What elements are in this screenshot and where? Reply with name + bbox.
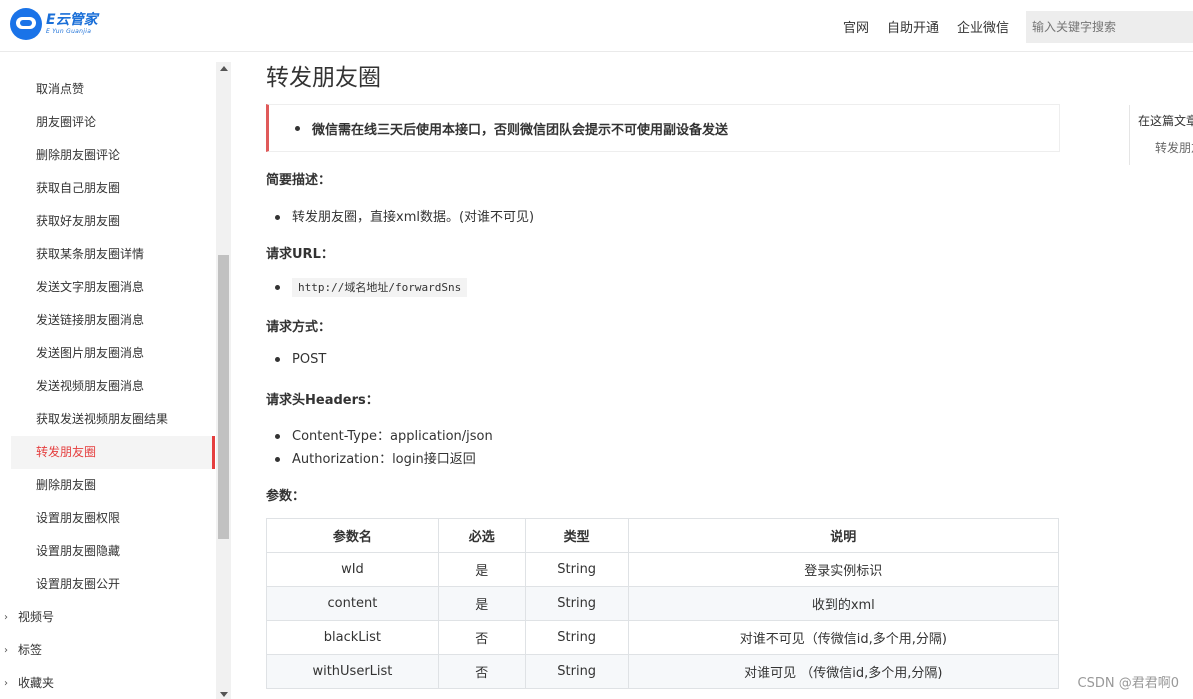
sidebar-item[interactable]: 发送视频朋友圈消息 (0, 370, 215, 403)
sidebar-item[interactable]: 取消点赞 (0, 73, 215, 106)
column-header: 类型 (524, 518, 629, 553)
bullet-icon (275, 457, 280, 462)
top-nav: 官网 自助开通 企业微信 (843, 17, 1027, 36)
sidebar-item[interactable]: 设置朋友圈隐藏 (0, 535, 215, 568)
sidebar-item[interactable]: 删除朋友圈 (0, 469, 215, 502)
scroll-thumb[interactable] (218, 255, 229, 539)
table-cell: 否 (437, 620, 526, 655)
table-cell: 收到的xml (627, 586, 1060, 621)
logo-subtitle: E Yun Guanjia (46, 28, 92, 35)
logo[interactable]: E云管家 E Yun Guanjia (10, 8, 98, 40)
toc-item[interactable]: 转发朋友圈 (1155, 139, 1193, 156)
table-cell: String (524, 620, 629, 655)
url-item: http://域名地址/forwardSns (275, 278, 468, 297)
sidebar-item[interactable]: 获取发送视频朋友圈结果 (0, 403, 215, 436)
table-cell: 对谁不可见（传微信id,多个用,分隔) (627, 620, 1060, 655)
headers-item: Content-Type：application/json (275, 425, 493, 444)
chevron-right-icon: › (4, 612, 8, 623)
nav-self-service[interactable]: 自助开通 (887, 17, 939, 36)
table-cell: 是 (437, 552, 526, 587)
sidebar-item[interactable]: 获取好友朋友圈 (0, 205, 215, 238)
chevron-right-icon: › (4, 678, 8, 689)
table-of-contents: 在这篇文章中 转发朋友圈 (1129, 105, 1193, 165)
table-cell: String (524, 586, 629, 621)
sidebar-group-label: 收藏夹 (18, 676, 55, 690)
sidebar-item[interactable]: 删除朋友圈评论 (0, 139, 215, 172)
table-cell: 对谁可见 （传微信id,多个用,分隔) (627, 654, 1060, 689)
sidebar-group-favorites[interactable]: › 收藏夹 (0, 667, 215, 699)
sidebar-group-tags[interactable]: › 标签 (0, 634, 215, 667)
logo-name: E云管家 (46, 12, 98, 28)
table-row: content 是 String 收到的xml (266, 586, 1060, 621)
table-cell: 是 (437, 586, 526, 621)
sidebar: 取消点赞 朋友圈评论 删除朋友圈评论 获取自己朋友圈 获取好友朋友圈 获取某条朋… (0, 62, 232, 699)
table-header-row: 参数名 必选 类型 说明 (266, 518, 1060, 553)
search-input[interactable] (1026, 11, 1193, 43)
sidebar-item[interactable]: 设置朋友圈公开 (0, 568, 215, 601)
url-code: http://域名地址/forwardSns (292, 278, 468, 297)
headers-item: Authorization：login接口返回 (275, 448, 476, 467)
url-heading: 请求URL： (266, 247, 334, 262)
bullet-icon (295, 125, 300, 131)
table-cell: 否 (437, 654, 526, 689)
sidebar-item[interactable]: 朋友圈评论 (0, 106, 215, 139)
sidebar-scrollbar[interactable] (216, 62, 231, 699)
notice-box: 微信需在线三天后使用本接口，否则微信团队会提示不可使用副设备发送 (266, 104, 1060, 152)
bullet-icon (275, 285, 280, 290)
table-cell: 登录实例标识 (627, 552, 1060, 587)
column-header: 说明 (627, 518, 1060, 553)
notice-text: 微信需在线三天后使用本接口，否则微信团队会提示不可使用副设备发送 (312, 122, 729, 138)
method-heading: 请求方式： (266, 320, 332, 335)
sidebar-item[interactable]: 发送链接朋友圈消息 (0, 304, 215, 337)
top-header: E云管家 E Yun Guanjia 官网 自助开通 企业微信 (0, 0, 1193, 52)
column-header: 参数名 (266, 518, 439, 553)
sidebar-item[interactable]: 获取某条朋友圈详情 (0, 238, 215, 271)
desc-item: 转发朋友圈，直接xml数据。(对谁不可见) (275, 206, 534, 225)
bullet-icon (275, 215, 280, 220)
table-cell: withUserList (266, 654, 439, 689)
method-item: POST (275, 352, 326, 367)
table-row: withUserList 否 String 对谁可见 （传微信id,多个用,分隔… (266, 654, 1060, 689)
sidebar-item[interactable]: 发送图片朋友圈消息 (0, 337, 215, 370)
table-cell: wId (266, 552, 439, 587)
bullet-icon (275, 357, 280, 362)
page-title: 转发朋友圈 (266, 65, 381, 91)
table-row: blackList 否 String 对谁不可见（传微信id,多个用,分隔) (266, 620, 1060, 655)
table-cell: String (524, 654, 629, 689)
params-table: 参数名 必选 类型 说明 wId 是 String 登录实例标识 content… (266, 518, 1060, 689)
cloud-logo-icon (10, 8, 42, 40)
sidebar-group-video[interactable]: › 视频号 (0, 601, 215, 634)
table-cell: String (524, 552, 629, 587)
desc-heading: 简要描述： (266, 173, 332, 188)
sidebar-item[interactable]: 设置朋友圈权限 (0, 502, 215, 535)
nav-official-site[interactable]: 官网 (843, 17, 869, 36)
watermark: CSDN @君君啊0 (1077, 676, 1179, 691)
scroll-down-arrow-icon[interactable] (220, 692, 228, 697)
table-cell: blackList (266, 620, 439, 655)
nav-enterprise-wechat[interactable]: 企业微信 (957, 17, 1009, 36)
column-header: 必选 (437, 518, 526, 553)
sidebar-item-active[interactable]: 转发朋友圈 (11, 436, 215, 469)
sidebar-group-label: 视频号 (18, 610, 55, 624)
chevron-right-icon: › (4, 645, 8, 656)
bullet-icon (275, 434, 280, 439)
sidebar-item[interactable]: 发送文字朋友圈消息 (0, 271, 215, 304)
scroll-up-arrow-icon[interactable] (220, 66, 228, 71)
table-row: wId 是 String 登录实例标识 (266, 552, 1060, 587)
sidebar-list: 取消点赞 朋友圈评论 删除朋友圈评论 获取自己朋友圈 获取好友朋友圈 获取某条朋… (0, 73, 215, 699)
toc-title: 在这篇文章中 (1138, 114, 1193, 128)
params-heading: 参数： (266, 489, 306, 504)
sidebar-item[interactable]: 获取自己朋友圈 (0, 172, 215, 205)
sidebar-group-label: 标签 (18, 643, 43, 657)
table-cell: content (266, 586, 439, 621)
headers-heading: 请求头Headers： (266, 393, 379, 408)
